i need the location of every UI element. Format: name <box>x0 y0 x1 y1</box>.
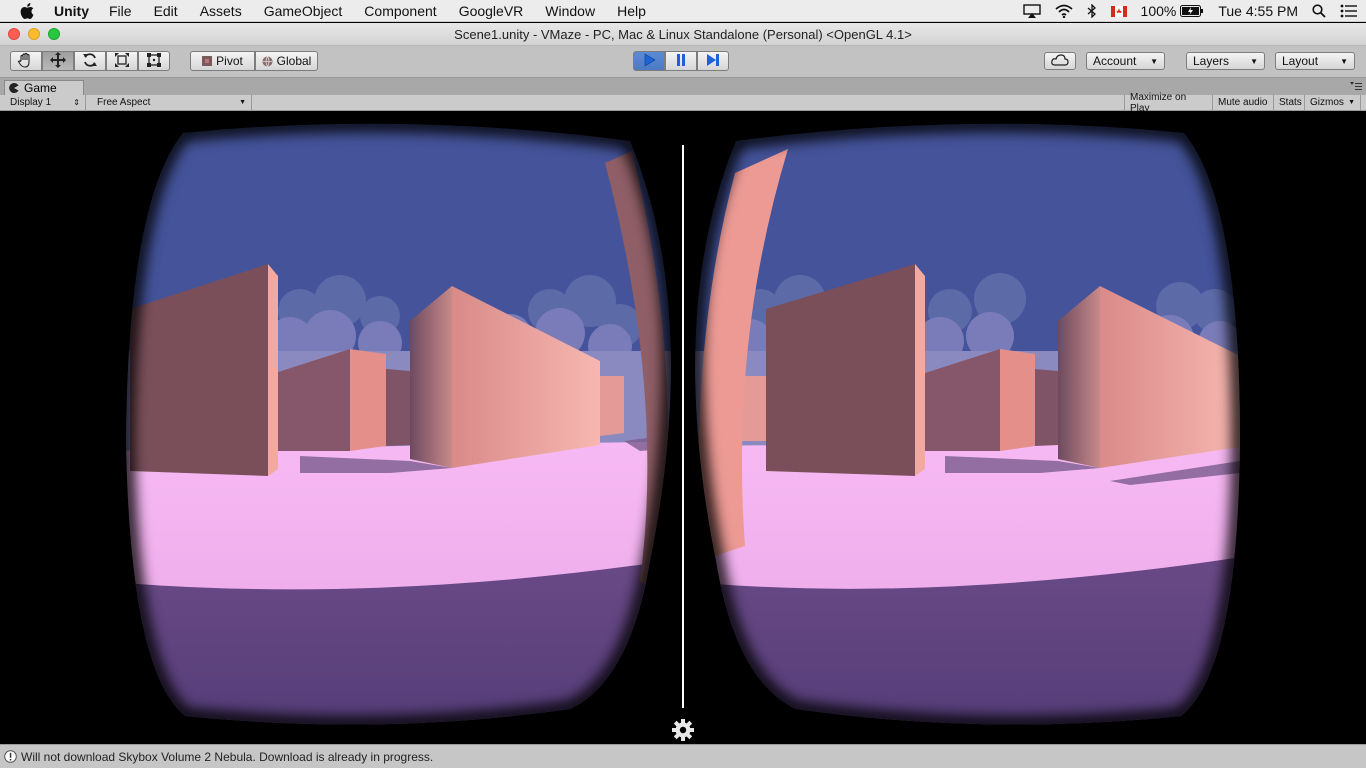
updown-caret-icon: ⇕ <box>73 98 80 107</box>
stats-label: Stats <box>1279 97 1302 108</box>
canada-flag-icon[interactable] <box>1110 5 1127 17</box>
global-label: Global <box>276 54 312 68</box>
right-eye-view <box>695 123 1240 725</box>
menu-help[interactable]: Help <box>617 3 646 19</box>
game-view-toolbar: Display 1 ⇕ Free Aspect ▼ Maximize on Pl… <box>0 92 1366 114</box>
gizmos-dropdown[interactable]: Gizmos ▼ <box>1305 95 1361 110</box>
console-status-bar[interactable]: Will not download Skybox Volume 2 Nebula… <box>0 744 1366 768</box>
panel-menu-icon[interactable] <box>1350 82 1362 92</box>
menu-googlevr[interactable]: GoogleVR <box>459 3 524 19</box>
layers-label: Layers <box>1193 54 1230 68</box>
tab-game-label: Game <box>24 81 57 95</box>
spotlight-search-icon[interactable] <box>1312 4 1326 18</box>
pivot-label: Pivot <box>216 54 243 68</box>
window-title-bar[interactable]: Scene1.unity - VMaze - PC, Mac & Linux S… <box>0 23 1366 46</box>
move-arrows-icon <box>49 51 67 72</box>
vr-stereo-render <box>118 116 1248 732</box>
play-button[interactable] <box>633 51 665 71</box>
display-select[interactable]: Display 1 ⇕ <box>5 95 86 110</box>
unity-toolbar: Pivot Global Account ▼ Layers ▼ Layout ▼ <box>0 46 1366 78</box>
caret-down-icon: ▼ <box>1250 56 1258 66</box>
aspect-label: Free Aspect <box>97 97 151 108</box>
game-view-viewport[interactable] <box>0 111 1366 744</box>
menu-file[interactable]: File <box>109 3 132 19</box>
tab-game[interactable]: Game <box>4 80 84 95</box>
menubar-status-area: 100% Tue 4:55 PM <box>1009 0 1358 22</box>
pacman-game-icon <box>9 83 19 93</box>
left-eye-view <box>126 123 671 725</box>
pause-icon <box>674 53 688 70</box>
scale-icon <box>114 52 130 71</box>
rect-tool-button[interactable] <box>138 51 170 71</box>
scale-tool-button[interactable] <box>106 51 138 71</box>
step-forward-icon <box>705 53 721 70</box>
vr-settings-gear-icon[interactable] <box>671 718 695 742</box>
apple-menu-icon[interactable] <box>20 2 40 19</box>
caret-down-icon: ▼ <box>1340 56 1348 66</box>
globe-icon <box>262 55 273 67</box>
rotate-icon <box>82 52 98 71</box>
stats-toggle[interactable]: Stats <box>1274 95 1305 110</box>
maximize-on-play-toggle[interactable]: Maximize on Play <box>1124 92 1213 114</box>
layers-dropdown[interactable]: Layers ▼ <box>1186 52 1265 70</box>
collab-cloud-button[interactable] <box>1044 52 1076 70</box>
mute-audio-label: Mute audio <box>1218 97 1268 108</box>
aspect-select[interactable]: Free Aspect ▼ <box>92 95 252 110</box>
move-tool-button[interactable] <box>42 51 74 71</box>
mute-audio-toggle[interactable]: Mute audio <box>1213 95 1274 110</box>
status-message: Will not download Skybox Volume 2 Nebula… <box>21 749 434 764</box>
window-title: Scene1.unity - VMaze - PC, Mac & Linux S… <box>454 27 912 42</box>
menu-window[interactable]: Window <box>545 3 595 19</box>
gizmos-label: Gizmos <box>1310 97 1344 108</box>
bluetooth-icon[interactable] <box>1087 4 1097 18</box>
menu-unity[interactable]: Unity <box>54 3 89 19</box>
airplay-icon[interactable] <box>1022 4 1041 18</box>
caret-down-icon: ▼ <box>1348 99 1355 106</box>
rotate-tool-button[interactable] <box>74 51 106 71</box>
cloud-icon <box>1051 53 1069 69</box>
pivot-toggle-button[interactable]: Pivot <box>190 51 255 71</box>
caret-down-icon: ▼ <box>1150 56 1158 66</box>
display-label: Display 1 <box>10 97 52 108</box>
caret-down-icon: ▼ <box>239 99 246 106</box>
notification-center-icon[interactable] <box>1340 4 1358 18</box>
wifi-icon[interactable] <box>1054 4 1073 18</box>
layout-label: Layout <box>1282 54 1319 68</box>
menu-edit[interactable]: Edit <box>154 3 178 19</box>
info-icon <box>4 750 17 763</box>
macos-menu-bar: Unity File Edit Assets GameObject Compon… <box>0 0 1366 22</box>
hand-icon <box>17 52 35 71</box>
layout-dropdown[interactable]: Layout ▼ <box>1275 52 1355 70</box>
account-label: Account <box>1093 54 1137 68</box>
global-toggle-button[interactable]: Global <box>255 51 318 71</box>
battery-icon[interactable] <box>1180 5 1204 17</box>
pivot-icon <box>202 56 213 66</box>
menubar-clock[interactable]: Tue 4:55 PM <box>1218 3 1298 19</box>
play-icon <box>642 52 656 70</box>
battery-percent: 100% <box>1140 3 1177 19</box>
account-dropdown[interactable]: Account ▼ <box>1086 52 1165 70</box>
pause-button[interactable] <box>665 51 697 71</box>
hand-tool-button[interactable] <box>10 51 42 71</box>
menu-assets[interactable]: Assets <box>200 3 242 19</box>
step-button[interactable] <box>697 51 729 71</box>
menu-gameobject[interactable]: GameObject <box>264 3 343 19</box>
rect-transform-icon <box>146 52 162 71</box>
menu-component[interactable]: Component <box>364 3 436 19</box>
